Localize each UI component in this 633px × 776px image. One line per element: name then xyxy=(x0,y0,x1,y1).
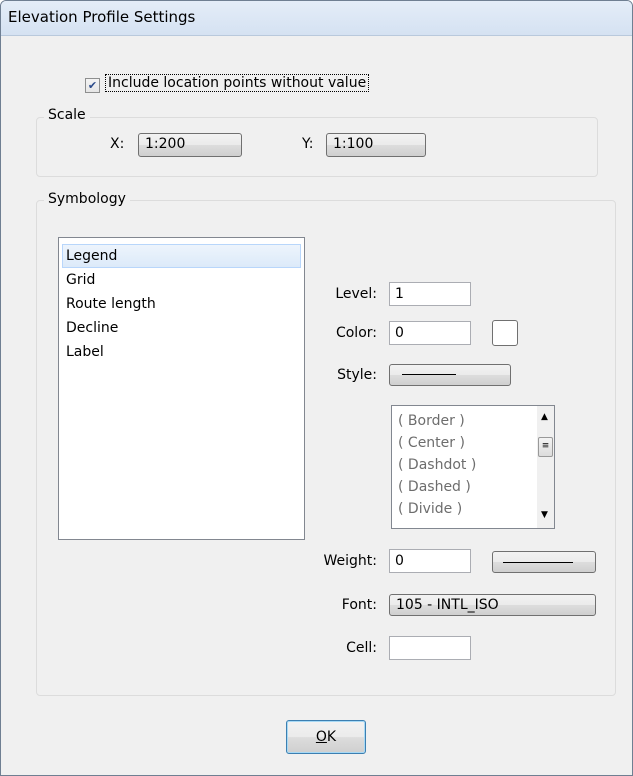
weight-button[interactable] xyxy=(492,551,596,573)
style-line-sample xyxy=(402,374,456,375)
font-button[interactable]: 105 - INTL_ISO xyxy=(389,594,596,616)
list-item-grid[interactable]: Grid xyxy=(62,268,301,292)
weight-label: Weight: xyxy=(323,553,378,569)
window-title: Elevation Profile Settings xyxy=(8,8,196,26)
ok-accelerator: O xyxy=(315,729,327,745)
scroll-down-arrow-icon[interactable]: ▼ xyxy=(541,510,548,520)
list-item-route-length[interactable]: Route length xyxy=(62,292,301,316)
style-option-dashdot[interactable]: ( Dashdot ) xyxy=(394,454,554,476)
list-item-legend[interactable]: Legend xyxy=(62,244,301,268)
scroll-thumb[interactable]: ≡ xyxy=(538,437,553,457)
style-option-dashed[interactable]: ( Dashed ) xyxy=(394,476,554,498)
scale-x-label: X: xyxy=(110,136,125,152)
checkmark-icon: ✔ xyxy=(87,79,98,92)
include-points-checkbox[interactable]: ✔ xyxy=(85,78,100,93)
elevation-profile-settings-dialog: Elevation Profile Settings ✔ Include loc… xyxy=(0,0,633,776)
color-label: Color: xyxy=(335,325,377,341)
ok-label-rest: K xyxy=(326,729,337,745)
style-option-divide[interactable]: ( Divide ) xyxy=(394,498,554,520)
scale-group-label: Scale xyxy=(44,107,90,123)
weight-line-sample xyxy=(503,562,573,563)
weight-input[interactable]: 0 xyxy=(389,549,471,573)
style-option-center[interactable]: ( Center ) xyxy=(394,432,554,454)
scale-y-label: Y: xyxy=(302,136,314,152)
color-swatch-button[interactable] xyxy=(492,320,518,346)
color-input[interactable]: 0 xyxy=(389,321,471,345)
cell-input[interactable] xyxy=(389,636,471,660)
list-item-label[interactable]: Label xyxy=(62,340,301,364)
level-input[interactable]: 1 xyxy=(389,282,471,306)
style-button[interactable] xyxy=(389,364,511,386)
scale-x-button[interactable]: 1:200 xyxy=(138,133,242,157)
title-bar[interactable]: Elevation Profile Settings xyxy=(1,1,632,36)
style-list-scrollbar[interactable]: ▲ ≡ ▼ xyxy=(537,406,554,528)
style-option-border[interactable]: ( Border ) xyxy=(394,410,554,432)
level-label: Level: xyxy=(335,286,377,302)
ok-button[interactable]: OK xyxy=(286,720,366,754)
scale-y-button[interactable]: 1:100 xyxy=(326,133,426,157)
scroll-up-arrow-icon[interactable]: ▲ xyxy=(541,412,548,422)
symbology-element-list[interactable]: Legend Grid Route length Decline Label xyxy=(58,237,305,540)
cell-label: Cell: xyxy=(346,640,377,656)
list-item-decline[interactable]: Decline xyxy=(62,316,301,340)
style-options-list[interactable]: ( Border ) ( Center ) ( Dashdot ) ( Dash… xyxy=(391,405,555,529)
symbology-group-label: Symbology xyxy=(44,191,130,207)
include-points-label[interactable]: Include location points without value xyxy=(105,74,370,92)
style-label: Style: xyxy=(337,367,377,383)
font-label: Font: xyxy=(341,597,377,613)
